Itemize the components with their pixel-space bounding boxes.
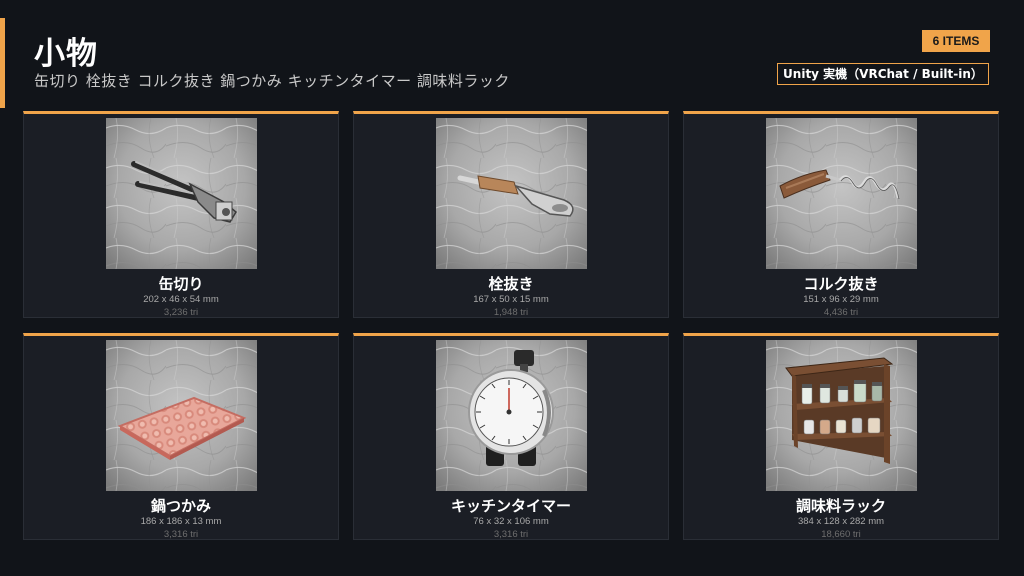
kitchen-timer-thumbnail — [436, 340, 587, 491]
item-tri-count: 3,316 tri — [493, 529, 529, 540]
item-name: 鍋つかみ — [150, 497, 211, 515]
item-card-corkscrew[interactable]: コルク抜き 151 x 96 x 29 mm 4,436 tri — [683, 111, 999, 318]
header-accent-bar — [0, 18, 5, 108]
item-tri-count: 1,948 tri — [493, 307, 529, 318]
platform-badge: Unity 実機（VRChat / Built-in） — [777, 63, 989, 85]
item-count-badge: 6 ITEMS — [922, 30, 990, 52]
pot-holder-thumbnail — [106, 340, 257, 491]
item-card-bottle-opener[interactable]: 栓抜き 167 x 50 x 15 mm 1,948 tri — [353, 111, 669, 318]
corkscrew-thumbnail — [766, 118, 917, 269]
item-name: 調味料ラック — [795, 497, 886, 515]
item-tri-count: 3,236 tri — [163, 307, 199, 318]
item-dimensions: 202 x 46 x 54 mm — [143, 294, 219, 305]
item-name: 缶切り — [158, 275, 204, 293]
item-card-spice-rack[interactable]: 調味料ラック 384 x 128 x 282 mm 18,660 tri — [683, 333, 999, 540]
item-name: キッチンタイマー — [450, 497, 571, 515]
item-dimensions: 76 x 32 x 106 mm — [473, 516, 549, 527]
page: 小物 缶切り 栓抜き コルク抜き 鍋つかみ キッチンタイマー 調味料ラック 6 … — [0, 0, 1024, 576]
item-card-can-opener[interactable]: 缶切り 202 x 46 x 54 mm 3,236 tri — [23, 111, 339, 318]
page-title: 小物 — [34, 36, 98, 72]
spice-rack-thumbnail — [766, 340, 917, 491]
can-opener-thumbnail — [106, 118, 257, 269]
item-dimensions: 186 x 186 x 13 mm — [140, 516, 222, 527]
item-tri-count: 3,316 tri — [163, 529, 199, 540]
item-dimensions: 167 x 50 x 15 mm — [473, 294, 549, 305]
bottle-opener-thumbnail — [436, 118, 587, 269]
item-name: 栓抜き — [488, 275, 534, 293]
item-dimensions: 151 x 96 x 29 mm — [803, 294, 879, 305]
item-card-kitchen-timer[interactable]: キッチンタイマー 76 x 32 x 106 mm 3,316 tri — [353, 333, 669, 540]
item-card-pot-holder[interactable]: 鍋つかみ 186 x 186 x 13 mm 3,316 tri — [23, 333, 339, 540]
item-tri-count: 4,436 tri — [823, 307, 859, 318]
item-dimensions: 384 x 128 x 282 mm — [797, 516, 885, 527]
item-name: コルク抜き — [803, 275, 879, 293]
page-subtitle: 缶切り 栓抜き コルク抜き 鍋つかみ キッチンタイマー 調味料ラック — [34, 72, 510, 90]
item-tri-count: 18,660 tri — [821, 529, 861, 540]
